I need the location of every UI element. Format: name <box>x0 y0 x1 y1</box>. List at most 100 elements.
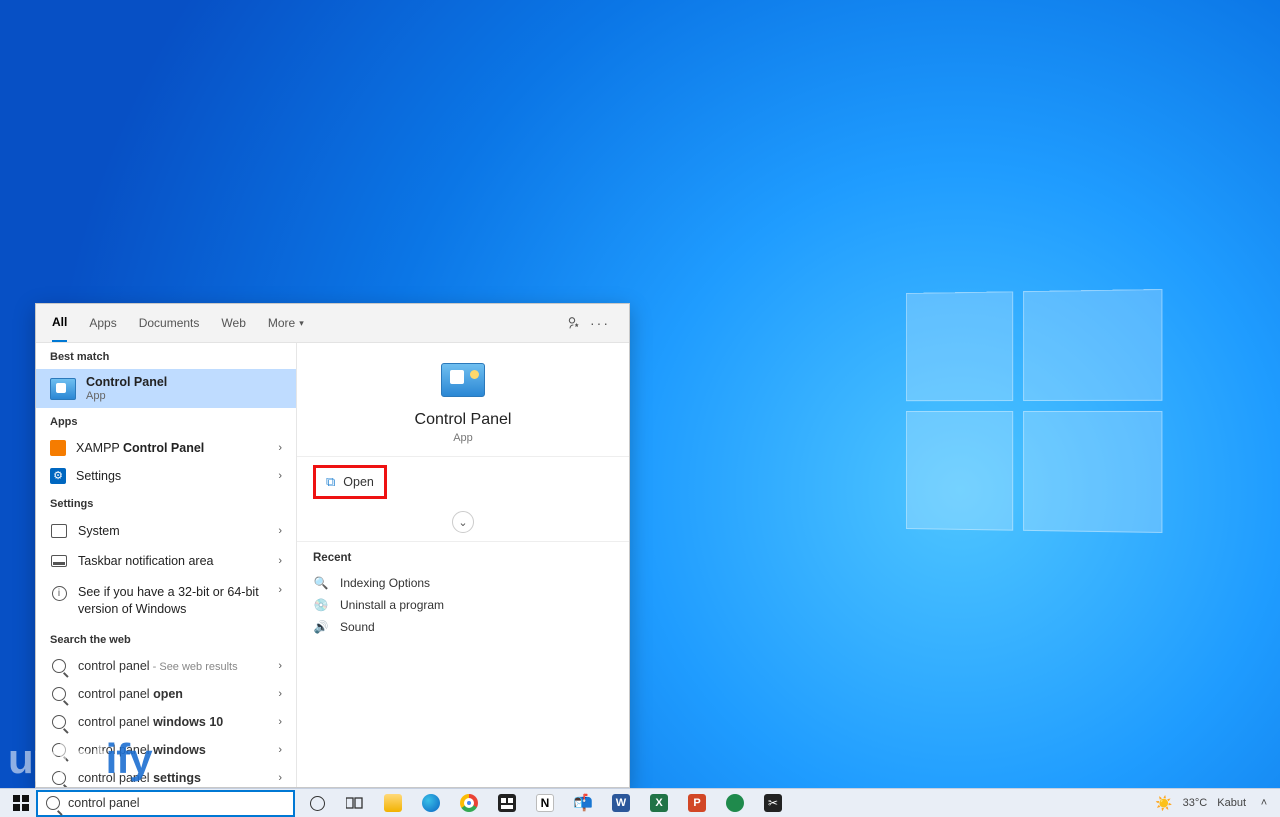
search-icon <box>52 687 66 701</box>
rewards-icon[interactable] <box>561 315 587 331</box>
chevron-right-icon: › <box>278 744 282 756</box>
expand-chevron-button[interactable]: ⌄ <box>452 511 474 533</box>
mail-icon[interactable]: 📬 <box>571 791 595 815</box>
watermark: uplotify <box>8 735 152 783</box>
result-label: Taskbar notification area <box>78 554 214 568</box>
control-panel-icon <box>441 363 485 397</box>
monitor-icon <box>51 524 67 538</box>
open-icon: ⧉ <box>326 474 335 490</box>
open-label: Open <box>343 475 374 489</box>
search-icon <box>52 715 66 729</box>
task-view-icon[interactable] <box>343 791 367 815</box>
result-taskbar-notif[interactable]: Taskbar notification area › <box>36 546 296 576</box>
powerpoint-icon[interactable]: P <box>685 791 709 815</box>
control-panel-icon <box>50 378 76 400</box>
xampp-icon <box>50 440 66 456</box>
web-result-3[interactable]: control panel windows 10 › <box>36 708 296 736</box>
detail-column: Control Panel App ⧉ Open ⌄ Recent 🔍 Inde… <box>297 343 629 787</box>
cortana-icon[interactable] <box>305 791 329 815</box>
start-search-panel: All Apps Documents Web More ··· Best mat… <box>35 303 630 788</box>
tab-documents[interactable]: Documents <box>139 304 200 342</box>
web-result-label: control panel open <box>78 687 183 701</box>
excel-icon[interactable]: X <box>647 791 671 815</box>
section-best-match: Best match <box>36 343 296 369</box>
recent-indexing[interactable]: 🔍 Indexing Options <box>313 572 613 594</box>
result-control-panel[interactable]: Control Panel App <box>36 369 296 408</box>
weather-icon[interactable]: ☀️ <box>1155 795 1172 812</box>
weather-temp[interactable]: 33°C <box>1183 797 1208 809</box>
recent-item-label: Sound <box>340 620 375 634</box>
programs-icon: 💿 <box>313 598 329 612</box>
tab-more[interactable]: More <box>268 304 304 342</box>
chrome-icon[interactable] <box>457 791 481 815</box>
tab-all[interactable]: All <box>52 304 67 342</box>
recent-item-label: Indexing Options <box>340 576 430 590</box>
result-32-64-bit[interactable]: i See if you have a 32-bit or 64-bit ver… <box>36 576 296 626</box>
result-title: Control Panel <box>86 375 167 389</box>
result-xampp[interactable]: XAMPP Control Panel › <box>36 434 296 462</box>
tray-overflow-button[interactable]: ˄ <box>1256 795 1272 811</box>
windows-icon <box>13 795 29 811</box>
taskbar: control panel N 📬 W X P ✂ ☀️ 33°C Kabut … <box>0 788 1280 817</box>
speaker-icon: 🔊 <box>313 620 329 634</box>
search-tabs: All Apps Documents Web More ··· <box>36 304 629 343</box>
section-settings: Settings <box>36 490 296 516</box>
chevron-right-icon: › <box>278 470 282 482</box>
tab-apps[interactable]: Apps <box>89 304 116 342</box>
results-column: Best match Control Panel App Apps XAMPP … <box>36 343 297 787</box>
taskbar-search-input[interactable]: control panel <box>36 790 295 817</box>
search-value: control panel <box>68 796 285 810</box>
detail-header: Control Panel App <box>297 343 629 457</box>
start-button[interactable] <box>6 789 36 817</box>
chevron-right-icon: › <box>278 525 282 537</box>
result-system[interactable]: System › <box>36 516 296 546</box>
tab-web[interactable]: Web <box>221 304 245 342</box>
search-icon <box>46 796 60 810</box>
ms-store-icon[interactable] <box>495 791 519 815</box>
recent-sound[interactable]: 🔊 Sound <box>313 616 613 638</box>
info-icon: i <box>52 586 67 601</box>
desktop: All Apps Documents Web More ··· Best mat… <box>0 0 1280 817</box>
snip-icon[interactable]: ✂ <box>761 791 785 815</box>
chevron-right-icon: › <box>278 688 282 700</box>
weather-label[interactable]: Kabut <box>1217 797 1246 809</box>
notion-icon[interactable]: N <box>533 791 557 815</box>
detail-title: Control Panel <box>415 411 512 429</box>
windows-logo <box>906 289 1167 535</box>
recent-section: Recent 🔍 Indexing Options 💿 Uninstall a … <box>297 542 629 648</box>
recent-uninstall[interactable]: 💿 Uninstall a program <box>313 594 613 616</box>
gear-icon: ⚙ <box>50 468 66 484</box>
result-label: System <box>78 524 120 538</box>
chevron-right-icon: › <box>278 660 282 672</box>
chevron-right-icon: › <box>278 584 282 596</box>
result-label: XAMPP Control Panel <box>76 441 204 455</box>
result-settings[interactable]: ⚙ Settings › <box>36 462 296 490</box>
recent-item-label: Uninstall a program <box>340 598 444 612</box>
pinned-apps: N 📬 W X P ✂ <box>305 791 785 815</box>
chevron-right-icon: › <box>278 772 282 784</box>
file-explorer-icon[interactable] <box>381 791 405 815</box>
system-tray: ☀️ 33°C Kabut ˄ <box>1155 795 1280 812</box>
web-result-label: control panel - See web results <box>78 659 238 673</box>
more-options-icon[interactable]: ··· <box>587 315 613 331</box>
open-button[interactable]: ⧉ Open <box>313 465 387 499</box>
recent-label: Recent <box>313 552 613 564</box>
edge-icon[interactable] <box>419 791 443 815</box>
chevron-right-icon: › <box>278 716 282 728</box>
detail-subtitle: App <box>453 432 473 444</box>
search-icon <box>52 659 66 673</box>
result-label: See if you have a 32-bit or 64-bit versi… <box>78 584 263 618</box>
app-green-icon[interactable] <box>723 791 747 815</box>
web-result-2[interactable]: control panel open › <box>36 680 296 708</box>
result-subtext: App <box>86 390 167 402</box>
taskbar-icon <box>51 555 67 567</box>
section-search-web: Search the web <box>36 626 296 652</box>
result-label: Settings <box>76 469 121 483</box>
chevron-right-icon: › <box>278 442 282 454</box>
indexing-icon: 🔍 <box>313 576 329 590</box>
web-result-label: control panel windows 10 <box>78 715 223 729</box>
section-apps: Apps <box>36 408 296 434</box>
word-icon[interactable]: W <box>609 791 633 815</box>
chevron-right-icon: › <box>278 555 282 567</box>
web-result-1[interactable]: control panel - See web results › <box>36 652 296 680</box>
